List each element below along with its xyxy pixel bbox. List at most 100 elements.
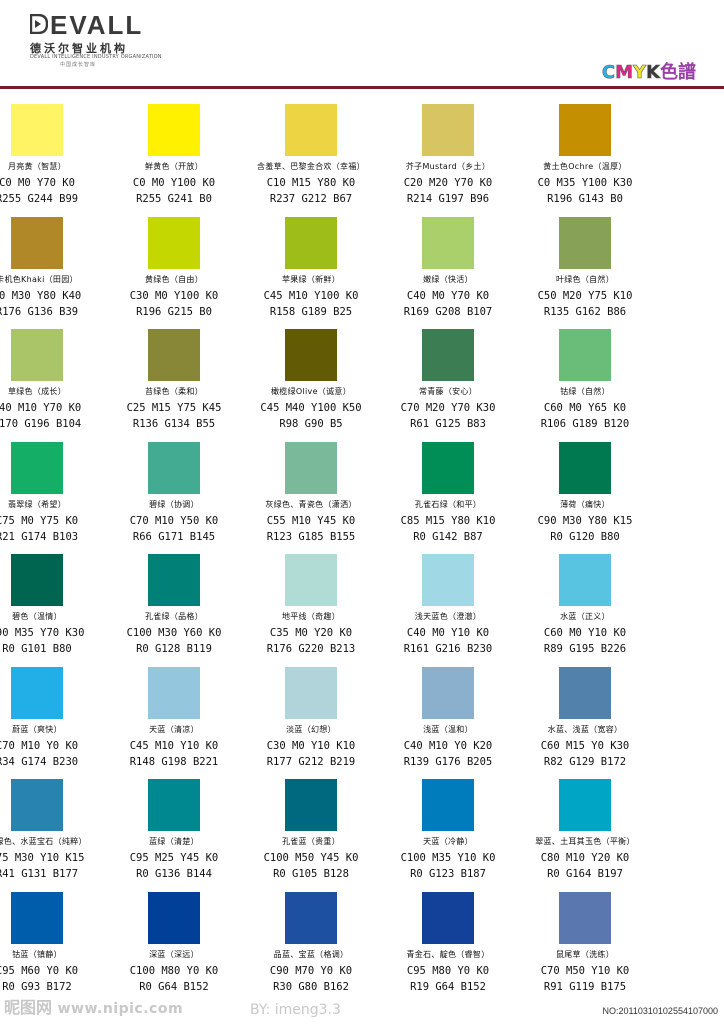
color-name: 钴蓝（镇静） [12, 949, 62, 959]
color-name: 鲜黄色（开放） [144, 162, 204, 171]
rgb-values: R34 G174 B230 [0, 755, 79, 768]
color-card: 孔雀蓝（贵重） C100 M50 Y45 K0 R0 G105 B128 [240, 779, 382, 891]
color-swatch [11, 216, 63, 269]
cmyk-values: C95 M60 Y0 K0 [0, 964, 79, 977]
cmyk-values: C0 M0 Y100 K0 [132, 177, 216, 189]
color-card: 孔雀石绿（和平） C85 M15 Y80 K10 R0 G142 B87 [377, 441, 519, 554]
rgb-values: R161 G216 B230 [403, 643, 493, 655]
cmyk-values: C75 M30 Y10 K15 [0, 852, 85, 864]
title-suffix: 色譜 [660, 62, 696, 83]
cmyk-values: C0 M35 Y100 K30 [537, 177, 633, 189]
color-name: 碧绿（协调） [149, 499, 199, 509]
cmyk-values: C70 M50 Y10 K0 [540, 964, 630, 977]
rgb-values: R176 G136 B39 [0, 305, 79, 318]
color-name: 苹果绿（新鲜） [281, 274, 341, 284]
color-name: 黄土色Ochre（温厚） [543, 162, 627, 171]
color-swatch [422, 216, 474, 269]
color-swatch [11, 554, 63, 606]
rgb-values: R89 G195 B226 [543, 643, 627, 655]
rgb-values: R196 G215 B0 [136, 305, 212, 318]
color-card: 苹果绿（新鲜） C45 M10 Y100 K0 R158 G189 B25 [240, 216, 382, 329]
color-swatch [422, 891, 474, 944]
color-name: 水蓝、浅蓝（宽容） [547, 724, 623, 734]
color-name: 浅蓝（温和） [423, 724, 473, 734]
color-name: 地平线（奇趣） [281, 612, 341, 621]
color-name: 淡蓝（幻想） [286, 724, 336, 734]
color-card: 橄榄绿Olive（诚意） C45 M40 Y100 K50 R98 G90 B5 [240, 329, 382, 441]
rgb-values: R176 G220 B213 [266, 643, 356, 655]
cmyk-values: C95 M80 Y0 K0 [406, 964, 490, 977]
color-name: 品蓝、宝蓝（格调） [273, 949, 349, 959]
color-name: 嫩绿（快活） [423, 274, 473, 284]
cmyk-values: C60 M15 Y0 K30 [540, 739, 630, 752]
cmyk-values: C35 M0 Y20 K0 [269, 627, 353, 639]
color-name: 碧色（温情） [12, 612, 62, 621]
rgb-values: R169 G208 B107 [403, 305, 493, 318]
title-letter-y: Y [633, 62, 647, 84]
color-name: 苔绿色（柔和） [144, 387, 204, 396]
color-name: 芥子Mustard（乡土） [405, 162, 491, 171]
color-card: 翠蓝、土耳其玉色（平衡） C80 M10 Y20 K0 R0 G164 B197 [514, 779, 656, 891]
footer-serial-number: NO:20110310102554107000 [602, 1006, 718, 1016]
cmyk-values: C90 M35 Y70 K30 [0, 627, 85, 639]
cmyk-values: C70 M10 Y0 K0 [0, 739, 79, 752]
color-swatch [11, 329, 63, 381]
cmyk-values: C90 M70 Y0 K0 [269, 964, 353, 977]
color-card: 苔绿色（柔和） C25 M15 Y75 K45 R136 G134 B55 [103, 329, 245, 441]
color-swatch [285, 891, 337, 944]
cmyk-values: C55 M10 Y45 K0 [266, 514, 356, 527]
color-name: 翡翠绿（希望） [7, 499, 67, 509]
color-card: 蓝绿色、水蓝宝石（纯粹） C75 M30 Y10 K15 R41 G131 B177 [0, 779, 108, 891]
color-name: 草绿色（成长） [7, 387, 67, 396]
cmyk-values: C0 M30 Y80 K40 [0, 289, 82, 302]
rgb-values: R0 G105 B128 [273, 868, 349, 880]
cmyk-values: C70 M10 Y50 K0 [129, 514, 219, 527]
color-swatch [559, 666, 611, 719]
color-swatch [422, 104, 474, 156]
color-card: 黄土色Ochre（温厚） C0 M35 Y100 K30 R196 G143 B0 [514, 104, 656, 216]
color-card: 卡机色Khaki（田园） C0 M30 Y80 K40 R176 G136 B39 [0, 216, 108, 329]
rgb-values: R91 G119 B175 [543, 980, 627, 993]
color-name: 孔雀石绿（和平） [414, 499, 482, 509]
color-name: 深蓝（深远） [149, 949, 199, 959]
color-swatch [11, 891, 63, 944]
color-card: 鲜黄色（开放） C0 M0 Y100 K0 R255 G241 B0 [103, 104, 245, 216]
color-swatch [285, 441, 337, 494]
color-name: 卡机色Khaki（田园） [0, 274, 78, 284]
color-card: 叶绿色（自然） C50 M20 Y75 K10 R135 G162 B86 [514, 216, 656, 329]
color-card: 蓝绿（清楚） C95 M25 Y45 K0 R0 G136 B144 [103, 779, 245, 891]
footer-author: BY: imeng3.3 [250, 1002, 341, 1018]
rgb-values: R98 G90 B5 [279, 418, 343, 430]
color-name: 叶绿色（自然） [555, 274, 615, 284]
rgb-values: R196 G143 B0 [547, 193, 623, 205]
color-card: 灰绿色、青瓷色（潇洒） C55 M10 Y45 K0 R123 G185 B155 [240, 441, 382, 554]
color-swatch [285, 779, 337, 831]
color-card: 浅天蓝色（澄澈） C40 M0 Y10 K0 R161 G216 B230 [377, 554, 519, 666]
rgb-values: R136 G134 B55 [132, 418, 216, 430]
rgb-values: R214 G197 B96 [406, 193, 490, 205]
rgb-values: R61 G125 B83 [410, 418, 486, 430]
color-swatch [559, 891, 611, 944]
color-name: 蓝绿（清楚） [149, 837, 199, 846]
color-card: 月亮黄（智慧） C0 M0 Y70 K0 R255 G244 B99 [0, 104, 108, 216]
color-card: 水蓝、浅蓝（宽容） C60 M15 Y0 K30 R82 G129 B172 [514, 666, 656, 779]
color-swatch [422, 554, 474, 606]
color-swatch [285, 554, 337, 606]
rgb-values: R0 G64 B152 [139, 980, 209, 993]
color-name: 月亮黄（智慧） [7, 162, 67, 171]
rgb-values: R0 G142 B87 [413, 530, 483, 543]
color-swatch [11, 666, 63, 719]
rgb-values: R158 G189 B25 [269, 305, 353, 318]
color-name: 橄榄绿Olive（诚意） [271, 387, 351, 396]
cmyk-values: C10 M15 Y80 K0 [266, 177, 356, 189]
rgb-values: R0 G128 B119 [136, 643, 212, 655]
color-card: 嫩绿（快活） C40 M0 Y70 K0 R169 G208 B107 [377, 216, 519, 329]
color-card: 碧绿（协调） C70 M10 Y50 K0 R66 G171 B145 [103, 441, 245, 554]
color-swatch [422, 441, 474, 494]
color-swatch [148, 666, 200, 719]
color-swatch [148, 554, 200, 606]
color-swatch [559, 554, 611, 606]
color-swatch [285, 666, 337, 719]
color-swatch [559, 104, 611, 156]
cmyk-values: C90 M30 Y80 K15 [537, 514, 633, 527]
